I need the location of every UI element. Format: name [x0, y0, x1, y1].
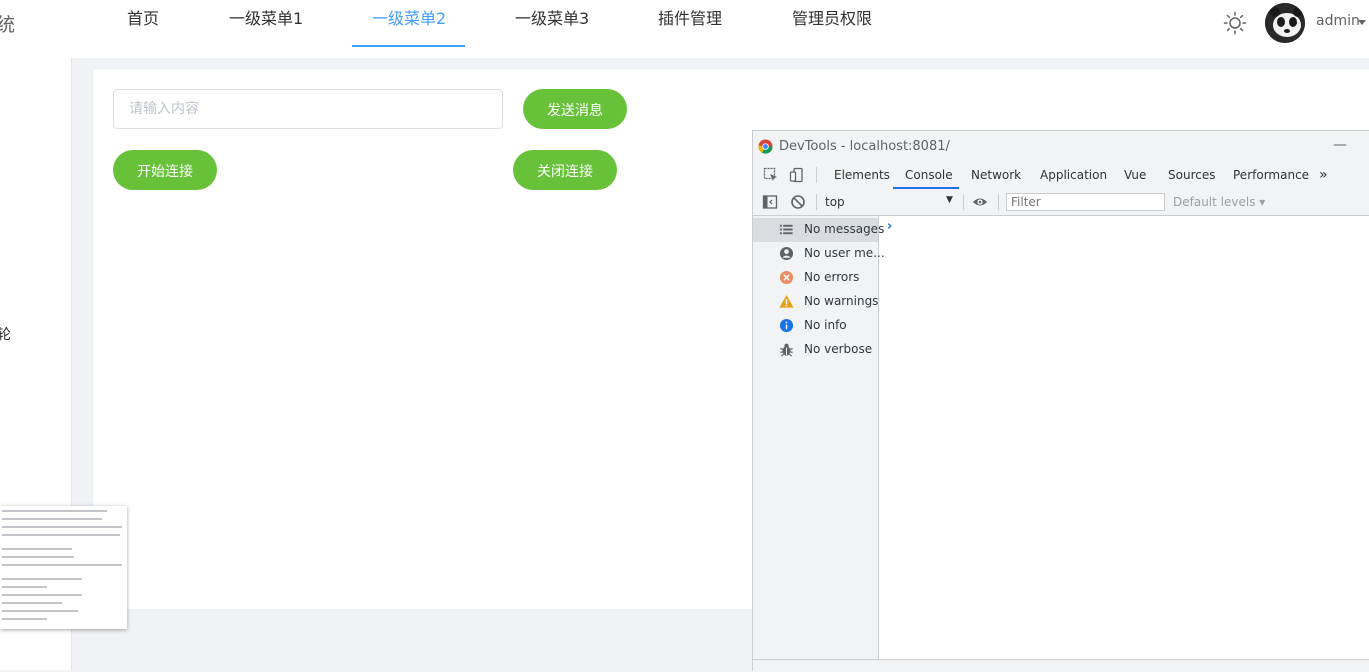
avatar[interactable] — [1265, 3, 1305, 43]
console-toolbar: top ▼ Default levels ▾ — [753, 189, 1369, 216]
context-selector[interactable]: top — [825, 195, 845, 209]
log-levels-dropdown[interactable]: Default levels ▾ — [1173, 195, 1265, 209]
chrome-icon — [758, 139, 773, 154]
sidebar-item-errors[interactable]: No errors — [753, 266, 878, 290]
tab-sources[interactable]: Sources — [1168, 162, 1215, 188]
error-icon — [779, 270, 794, 285]
devtools-titlebar: DevTools - localhost:8081/ — — [753, 131, 1369, 162]
send-message-button[interactable]: 发送消息 — [523, 89, 627, 129]
sidebar-item-user-messages[interactable]: No user me... — [753, 242, 878, 266]
tab-network[interactable]: Network — [971, 162, 1021, 188]
message-input[interactable] — [113, 89, 503, 129]
more-tabs-icon[interactable]: » — [1319, 162, 1328, 188]
caret-down-icon[interactable] — [1358, 20, 1366, 25]
devtools-window: DevTools - localhost:8081/ — Elements Co… — [752, 130, 1369, 671]
nav-menu-2[interactable]: 一级菜单2 — [372, 0, 446, 46]
devtools-tabbar: Elements Console Network Application Vue… — [753, 162, 1369, 190]
device-toolbar-icon[interactable] — [789, 167, 805, 183]
caret-down-icon[interactable]: ▼ — [946, 195, 953, 205]
sidebar-item-messages[interactable]: No messages — [753, 218, 878, 242]
sun-icon[interactable] — [1223, 11, 1247, 35]
console-sidebar: No messages No user me... No errors No — [753, 216, 879, 671]
tab-application[interactable]: Application — [1040, 162, 1107, 188]
sidebar-item-info[interactable]: No info — [753, 314, 878, 338]
sidebar-item-label: No errors — [804, 270, 859, 284]
devtools-title: DevTools - localhost:8081/ — [779, 139, 950, 154]
nav-menu-3[interactable]: 一级菜单3 — [515, 0, 589, 46]
username-label[interactable]: admin — [1316, 13, 1360, 29]
sidebar-item-label: No info — [804, 318, 847, 332]
tab-console[interactable]: Console — [905, 162, 953, 188]
sidebar-item-label: No verbose — [804, 342, 872, 356]
nav-plugin-management[interactable]: 插件管理 — [658, 0, 722, 46]
warning-icon — [779, 294, 794, 309]
top-navbar: 统 首页 一级菜单1 一级菜单2 一级菜单3 插件管理 管理员权限 admin — [0, 0, 1369, 58]
nav-active-indicator — [352, 45, 465, 47]
user-icon — [779, 246, 794, 261]
eye-icon[interactable] — [972, 194, 988, 210]
sidebar-toggle-icon[interactable] — [762, 194, 778, 210]
sidebar-item-label: No warnings — [804, 294, 878, 308]
nav-home[interactable]: 首页 — [127, 0, 159, 46]
nav-admin-permissions[interactable]: 管理员权限 — [792, 0, 872, 46]
info-icon — [779, 318, 794, 333]
sidebar-item-label: No user me... — [804, 246, 885, 260]
tab-elements[interactable]: Elements — [834, 162, 890, 188]
sidebar-item-label[interactable]: 轮 — [0, 324, 11, 344]
sidebar-item-label: No messages — [804, 222, 884, 236]
brand-title: 统 — [0, 10, 15, 37]
start-connection-button[interactable]: 开始连接 — [113, 150, 217, 190]
minimize-icon[interactable]: — — [1333, 137, 1347, 153]
close-connection-button[interactable]: 关闭连接 — [513, 150, 617, 190]
screenshot-thumbnail[interactable] — [0, 506, 127, 629]
filter-input[interactable] — [1006, 193, 1165, 211]
console-prompt-icon[interactable]: › — [887, 219, 892, 234]
tab-performance[interactable]: Performance — [1233, 162, 1309, 188]
sidebar-item-verbose[interactable]: No verbose — [753, 338, 878, 362]
list-icon — [779, 222, 794, 237]
sidebar-item-warnings[interactable]: No warnings — [753, 290, 878, 314]
nav-menu-1[interactable]: 一级菜单1 — [229, 0, 303, 46]
bug-icon — [779, 342, 794, 357]
clear-console-icon[interactable] — [790, 194, 806, 210]
panda-avatar-icon — [1265, 3, 1305, 43]
devtools-drawer-edge — [753, 659, 1369, 672]
inspect-element-icon[interactable] — [763, 167, 779, 183]
tab-vue[interactable]: Vue — [1124, 162, 1146, 188]
